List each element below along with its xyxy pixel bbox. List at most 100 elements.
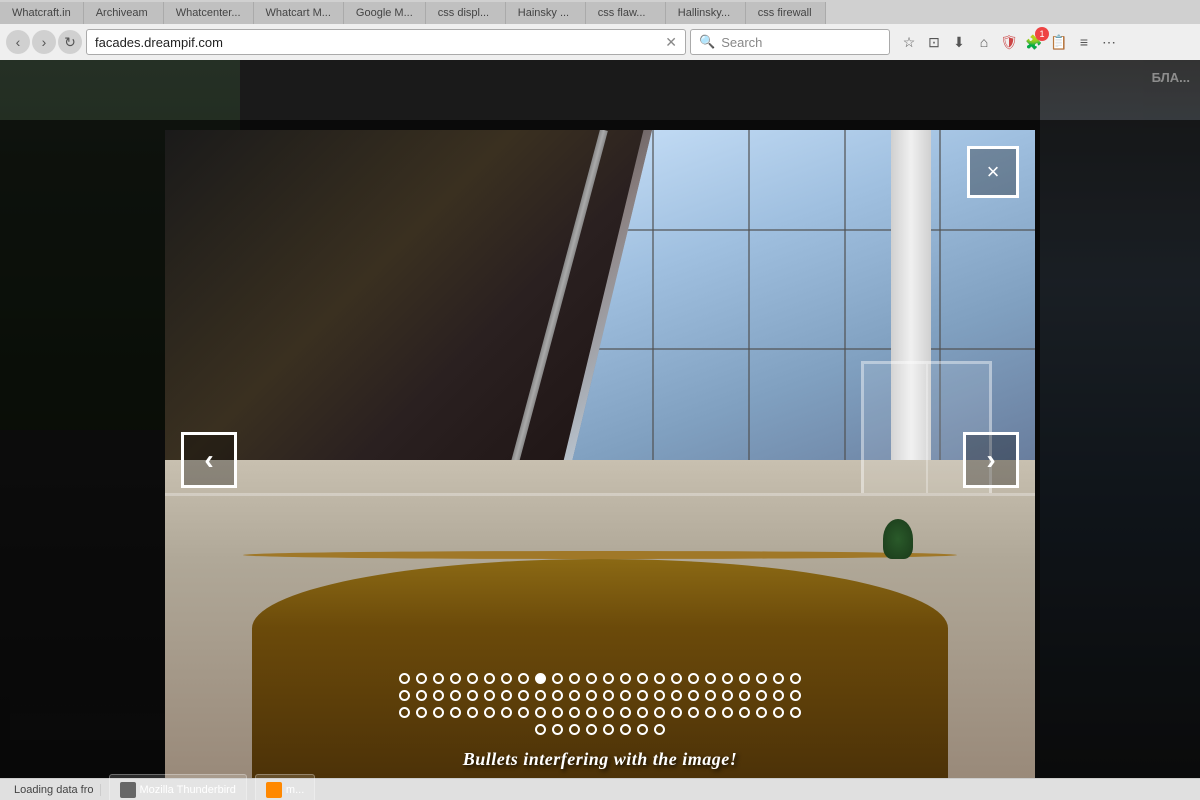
bullet-3-4[interactable] xyxy=(450,707,461,718)
bullet-3-9[interactable] xyxy=(535,707,546,718)
download-icon[interactable]: ⬇ xyxy=(948,31,970,53)
bullet-2-13[interactable] xyxy=(603,690,614,701)
bullet-2-6[interactable] xyxy=(484,690,495,701)
next-button[interactable]: › xyxy=(963,432,1019,488)
bullet-1-9[interactable] xyxy=(535,673,546,684)
bullet-3-11[interactable] xyxy=(569,707,580,718)
bullet-4-2[interactable] xyxy=(552,724,563,735)
bullet-4-7[interactable] xyxy=(637,724,648,735)
bullet-2-14[interactable] xyxy=(620,690,631,701)
bullet-1-7[interactable] xyxy=(501,673,512,684)
refresh-button[interactable]: ↻ xyxy=(58,30,82,54)
bullet-1-22[interactable] xyxy=(756,673,767,684)
forward-button[interactable]: › xyxy=(32,30,56,54)
bullet-2-22[interactable] xyxy=(756,690,767,701)
bullet-2-20[interactable] xyxy=(722,690,733,701)
bullet-3-8[interactable] xyxy=(518,707,529,718)
bullet-2-16[interactable] xyxy=(654,690,665,701)
bullet-3-14[interactable] xyxy=(620,707,631,718)
bullet-2-4[interactable] xyxy=(450,690,461,701)
bullet-1-2[interactable] xyxy=(416,673,427,684)
bullet-1-10[interactable] xyxy=(552,673,563,684)
bullet-1-19[interactable] xyxy=(705,673,716,684)
tab-whatcenter[interactable]: Whatcenter... xyxy=(164,2,254,24)
bullet-3-19[interactable] xyxy=(705,707,716,718)
bullet-1-24[interactable] xyxy=(790,673,801,684)
search-box[interactable]: 🔍 Search xyxy=(690,29,890,55)
bullet-1-23[interactable] xyxy=(773,673,784,684)
bullet-3-16[interactable] xyxy=(654,707,665,718)
taskbar-m[interactable]: m... xyxy=(255,774,315,800)
bullet-4-1[interactable] xyxy=(535,724,546,735)
bullet-1-14[interactable] xyxy=(620,673,631,684)
bullet-4-8[interactable] xyxy=(654,724,665,735)
tab-whatcart[interactable]: Whatcart M... xyxy=(254,2,344,24)
bullet-4-6[interactable] xyxy=(620,724,631,735)
bullet-2-18[interactable] xyxy=(688,690,699,701)
bullet-1-13[interactable] xyxy=(603,673,614,684)
back-button[interactable]: ‹ xyxy=(6,30,30,54)
bullet-1-16[interactable] xyxy=(654,673,665,684)
bullet-3-10[interactable] xyxy=(552,707,563,718)
bullet-4-5[interactable] xyxy=(603,724,614,735)
bullet-2-17[interactable] xyxy=(671,690,682,701)
bullet-3-15[interactable] xyxy=(637,707,648,718)
bullet-3-13[interactable] xyxy=(603,707,614,718)
bullet-1-12[interactable] xyxy=(586,673,597,684)
bullet-2-11[interactable] xyxy=(569,690,580,701)
bullet-1-1[interactable] xyxy=(399,673,410,684)
address-bar[interactable]: facades.dreampif.com ✕ xyxy=(86,29,686,55)
bullet-3-2[interactable] xyxy=(416,707,427,718)
bullet-1-21[interactable] xyxy=(739,673,750,684)
bullet-2-9[interactable] xyxy=(535,690,546,701)
tab-whatcraft[interactable]: Whatcraft.in xyxy=(0,2,84,24)
bullet-2-5[interactable] xyxy=(467,690,478,701)
bullet-1-17[interactable] xyxy=(671,673,682,684)
bullet-2-3[interactable] xyxy=(433,690,444,701)
menu-button[interactable]: ≡ xyxy=(1073,31,1095,53)
bullet-1-15[interactable] xyxy=(637,673,648,684)
bullet-1-8[interactable] xyxy=(518,673,529,684)
bullet-2-24[interactable] xyxy=(790,690,801,701)
bullet-3-6[interactable] xyxy=(484,707,495,718)
tab-cssflaw[interactable]: css flaw... xyxy=(586,2,666,24)
tab-hallinsky[interactable]: Hallinsky... xyxy=(666,2,746,24)
home-icon[interactable]: ⌂ xyxy=(973,31,995,53)
bullet-3-12[interactable] xyxy=(586,707,597,718)
bullet-2-10[interactable] xyxy=(552,690,563,701)
bullet-2-7[interactable] xyxy=(501,690,512,701)
tab-google[interactable]: Google M... xyxy=(344,2,426,24)
bullet-3-22[interactable] xyxy=(756,707,767,718)
clipboard-icon[interactable]: 📋 xyxy=(1048,31,1070,53)
bullet-2-21[interactable] xyxy=(739,690,750,701)
bullet-2-1[interactable] xyxy=(399,690,410,701)
bullet-3-18[interactable] xyxy=(688,707,699,718)
bullet-2-15[interactable] xyxy=(637,690,648,701)
bullet-3-3[interactable] xyxy=(433,707,444,718)
bullet-3-23[interactable] xyxy=(773,707,784,718)
bullet-3-7[interactable] xyxy=(501,707,512,718)
bullet-1-20[interactable] xyxy=(722,673,733,684)
address-clear-button[interactable]: ✕ xyxy=(665,34,677,51)
tab-archiveam[interactable]: Archiveam xyxy=(84,2,164,24)
bullet-1-18[interactable] xyxy=(688,673,699,684)
bullet-2-19[interactable] xyxy=(705,690,716,701)
bullet-1-6[interactable] xyxy=(484,673,495,684)
bullet-1-5[interactable] xyxy=(467,673,478,684)
bullet-2-2[interactable] xyxy=(416,690,427,701)
bullet-3-24[interactable] xyxy=(790,707,801,718)
bullet-3-1[interactable] xyxy=(399,707,410,718)
bullet-4-3[interactable] xyxy=(569,724,580,735)
bullet-2-23[interactable] xyxy=(773,690,784,701)
tab-hainsky[interactable]: Hainsky ... xyxy=(506,2,586,24)
bullet-1-11[interactable] xyxy=(569,673,580,684)
bullet-3-17[interactable] xyxy=(671,707,682,718)
bullet-2-8[interactable] xyxy=(518,690,529,701)
bullet-3-5[interactable] xyxy=(467,707,478,718)
bullet-4-4[interactable] xyxy=(586,724,597,735)
tab-cssfirewall[interactable]: css firewall xyxy=(746,2,826,24)
bullet-1-4[interactable] xyxy=(450,673,461,684)
taskbar-thunderbird[interactable]: Mozilla Thunderbird xyxy=(109,774,247,800)
tab-css[interactable]: css displ... xyxy=(426,2,506,24)
shield-icon[interactable]: 🛡 xyxy=(998,31,1020,53)
